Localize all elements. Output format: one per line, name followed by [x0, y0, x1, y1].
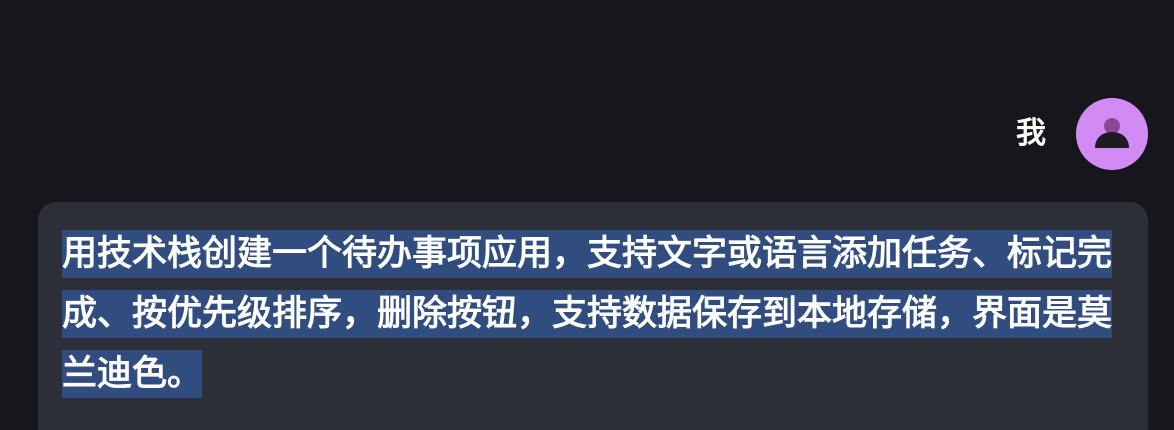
user-name: 我 — [1016, 116, 1046, 151]
selected-message-text[interactable]: 用技术栈创建一个待办事项应用，支持文字或语言添加任务、标记完成、按优先级排序，删… — [62, 230, 1113, 398]
message-author-header: 我 — [1016, 98, 1148, 170]
user-avatar[interactable] — [1076, 98, 1148, 170]
user-icon — [1095, 118, 1129, 148]
message-text-container[interactable]: 用技术栈创建一个待办事项应用，支持文字或语言添加任务、标记完成、按优先级排序，删… — [62, 224, 1130, 404]
chat-page: 我 用技术栈创建一个待办事项应用，支持文字或语言添加任务、标记完成、按优先级排序… — [0, 0, 1174, 430]
